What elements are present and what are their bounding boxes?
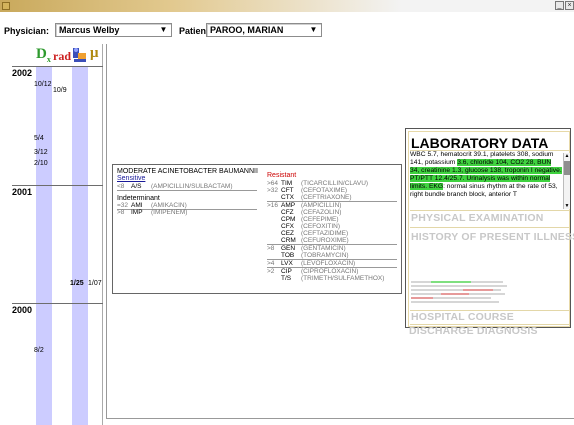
year-divider — [12, 66, 103, 67]
dx-column — [36, 66, 52, 425]
resistant-header: Resistant — [267, 172, 297, 179]
section-divider — [410, 227, 569, 228]
organism-title: MODERATE ACINETOBACTER BAUMANNII — [117, 168, 258, 175]
resistant-row: >4 LVX (LEVOFLOXACIN) — [267, 260, 397, 268]
path-column — [72, 66, 88, 425]
timeline-date[interactable]: 3/12 — [34, 149, 48, 156]
scroll-up-icon[interactable]: ▲ — [564, 153, 570, 159]
chevron-down-icon[interactable]: ▼ — [308, 25, 319, 35]
section-divider — [410, 210, 569, 211]
timeline-date[interactable]: 10/12 — [34, 81, 52, 88]
close-button[interactable]: × — [565, 1, 574, 10]
year-label: 2001 — [12, 187, 33, 197]
timeline-header: Dx rad μ — [12, 44, 103, 66]
rad-icon[interactable]: rad — [53, 49, 71, 67]
micro-icon[interactable]: μ — [90, 45, 99, 63]
physician-value: Marcus Welby — [59, 25, 120, 35]
sensitive-row: <8 A/S (AMPICILLIN/SULBACTAM) — [117, 183, 257, 191]
lab-text[interactable]: WBC 5.7, hematocrit 39.1, platelets 308,… — [410, 151, 562, 207]
scroll-thumb[interactable] — [564, 161, 570, 175]
lab-scrollbar[interactable]: ▲ ▼ — [563, 153, 570, 209]
minimize-button[interactable]: _ — [555, 1, 564, 10]
patient-value: PAROO, MARIAN — [210, 25, 284, 35]
timeline-date[interactable]: 1/07 — [88, 280, 102, 287]
year-label: 2002 — [12, 68, 33, 78]
resistant-row: CTX (CEFTRIAXONE) — [267, 194, 397, 202]
hpi-header[interactable]: HISTORY OF PRESENT ILLNESS — [411, 231, 574, 243]
indeterminant-header: Indeterminant — [117, 195, 160, 202]
chevron-down-icon[interactable]: ▼ — [158, 25, 169, 35]
timeline-panel: Dx rad μ 2002 10/12 10/9 5/4 3/12 2/10 2… — [12, 44, 103, 425]
toolbar: Physician: Marcus Welby ▼ Patient: PAROO… — [0, 14, 574, 44]
resistant-row: TOB (TOBRAMYCIN) — [267, 252, 397, 260]
timeline-date[interactable]: 1/25 — [70, 280, 84, 287]
hpi-preview[interactable] — [411, 281, 511, 307]
timeline-date[interactable]: 5/4 — [34, 135, 44, 142]
pathology-icon[interactable] — [72, 46, 87, 62]
discharge-diagnosis-header[interactable]: DISCHARGE DIAGNOSIS — [409, 325, 538, 337]
timeline-date[interactable]: 10/9 — [53, 87, 67, 94]
year-label: 2000 — [12, 305, 33, 315]
micro-result-box[interactable]: MODERATE ACINETOBACTER BAUMANNII Sensiti… — [112, 164, 402, 294]
resistant-row: T/S (TRIMETH/SULFAMETHOX) — [281, 275, 385, 282]
indeterminant-row: >8 IMP (IMIPENEM) — [117, 209, 188, 216]
title-bar: _ × — [0, 0, 574, 12]
physician-select[interactable]: Marcus Welby ▼ — [55, 23, 172, 37]
physician-label: Physician: — [4, 26, 50, 36]
patient-select[interactable]: PAROO, MARIAN ▼ — [206, 23, 322, 37]
report-panel[interactable]: LABORATORY DATA WBC 5.7, hematocrit 39.1… — [405, 128, 574, 328]
resistant-row: CRM (CEFUROXIME) — [267, 237, 397, 245]
year-divider — [12, 185, 103, 186]
timeline-date[interactable]: 8/2 — [34, 347, 44, 354]
sensitive-header: Sensitive — [117, 175, 146, 182]
year-divider — [12, 303, 103, 304]
scroll-down-icon[interactable]: ▼ — [564, 203, 570, 209]
main-area: MODERATE ACINETOBACTER BAUMANNII Sensiti… — [106, 44, 574, 425]
physical-exam-header[interactable]: PHYSICAL EXAMINATION — [411, 212, 544, 224]
dx-icon[interactable]: Dx — [36, 46, 51, 64]
timeline-date[interactable]: 2/10 — [34, 160, 48, 167]
lab-title: LABORATORY DATA — [411, 135, 549, 151]
report-inner: LABORATORY DATA WBC 5.7, hematocrit 39.1… — [408, 131, 574, 327]
app-icon — [2, 2, 10, 10]
hospital-course-header[interactable]: HOSPITAL COURSE — [411, 311, 514, 323]
